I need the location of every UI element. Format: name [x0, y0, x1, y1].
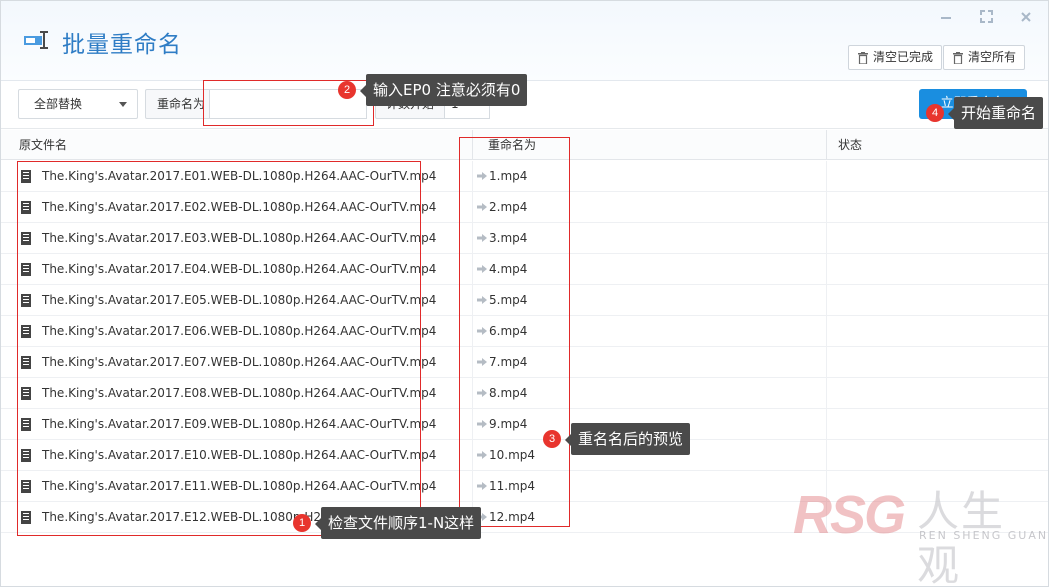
annotation-tip-1: 检查文件顺序1-N这样: [314, 507, 482, 539]
annotation-badge-1: 1: [293, 514, 311, 532]
batch-rename-window: 批量重命名 清空已完成 清空所有 全部替换 重命名为 原文件名 重命名为 状态 …: [0, 0, 1049, 587]
chevron-down-icon: [119, 102, 127, 107]
column-header-status[interactable]: 状态: [838, 130, 862, 160]
clear-all-button[interactable]: 清空所有: [943, 45, 1026, 70]
rename-to-label: 重命名为: [157, 97, 206, 111]
minimize-icon[interactable]: [937, 9, 955, 27]
highlight-box-original-names: [17, 161, 421, 536]
column-header-original[interactable]: 原文件名: [19, 130, 67, 160]
annotation-badge-3: 3: [543, 430, 561, 448]
annotation-tip-2: 输入EP0 注意必须有0: [359, 74, 528, 106]
replace-mode-select[interactable]: 全部替换: [18, 89, 138, 119]
trash-icon: [858, 52, 868, 64]
annotation-tip-3: 重名名后的预览: [564, 423, 691, 455]
clear-completed-button[interactable]: 清空已完成: [848, 45, 943, 70]
highlight-box-renamed-preview: [459, 137, 570, 527]
annotation-tip-4: 开始重命名: [947, 97, 1044, 129]
rename-app-icon: [24, 31, 48, 49]
close-icon[interactable]: [1017, 9, 1035, 27]
annotation-badge-2: 2: [338, 81, 356, 99]
column-divider: [826, 130, 827, 160]
annotation-badge-4: 4: [926, 104, 944, 122]
watermark-logo: RSG 人生观 REN SHENG GUAN: [793, 485, 1049, 587]
title-bar: 批量重命名 清空已完成 清空所有: [1, 1, 1048, 81]
trash-icon: [953, 52, 963, 64]
maximize-icon[interactable]: [977, 9, 995, 27]
app-title: 批量重命名: [62, 32, 182, 58]
